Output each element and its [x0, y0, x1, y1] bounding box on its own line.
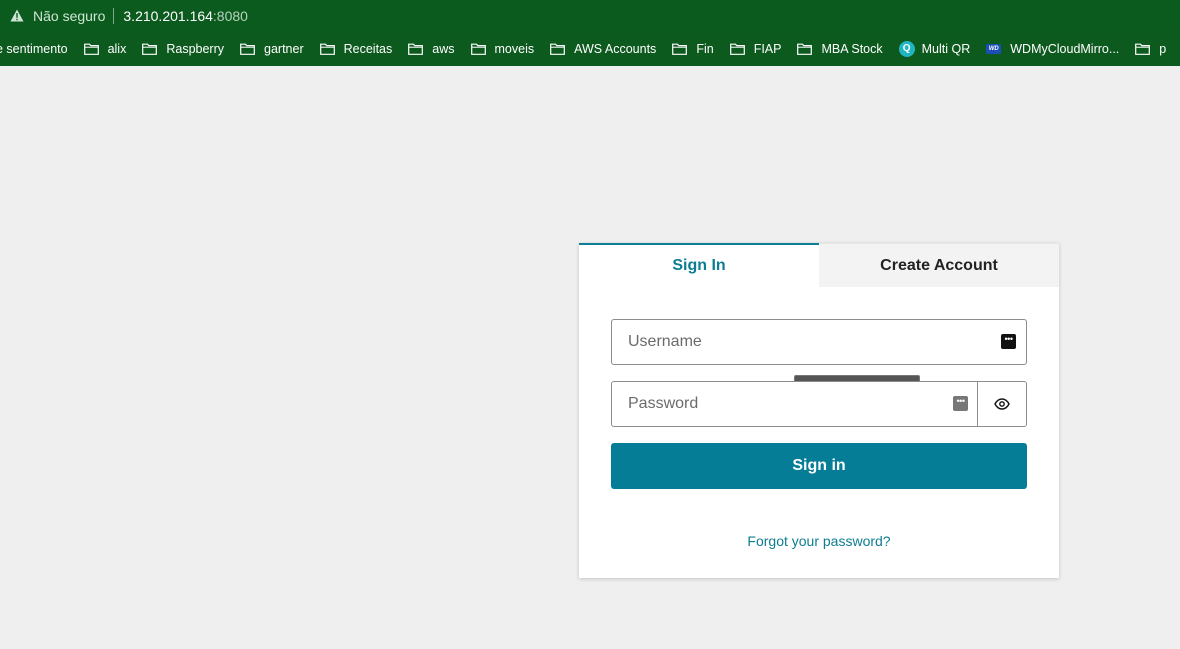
bookmark-raspberry[interactable]: Raspberry: [142, 42, 224, 56]
username-field-wrapper: •••: [611, 319, 1027, 365]
bookmark-label: AWS Accounts: [574, 41, 657, 56]
bookmark-aws[interactable]: aws: [408, 41, 455, 56]
address-bar[interactable]: Não seguro 3.210.201.164:8080: [0, 0, 1180, 31]
bookmark-label: Receitas: [343, 41, 393, 56]
forgot-password-link[interactable]: Forgot your password?: [579, 533, 1059, 549]
password-manager-icon[interactable]: •••: [953, 396, 968, 411]
warning-icon[interactable]: [9, 8, 25, 24]
folder-icon: [319, 43, 335, 55]
auth-tabs: Sign In Create Account: [579, 243, 1059, 287]
folder-icon: [1135, 43, 1151, 55]
folder-icon: [550, 43, 565, 55]
bookmark-label: moveis: [494, 41, 535, 56]
url-host: 3.210.201.164: [123, 7, 213, 24]
bookmark-alix[interactable]: alix: [83, 41, 127, 56]
auth-card: Sign In Create Account ••• Preencha este…: [579, 243, 1059, 578]
password-field-wrapper: •••: [611, 381, 1027, 427]
bookmark-gartner[interactable]: gartner: [240, 42, 304, 56]
bookmark-aws-accounts[interactable]: AWS Accounts: [550, 42, 656, 56]
bookmark-multi-qr[interactable]: Q Multi QR: [898, 40, 971, 57]
folder-icon: [797, 43, 813, 55]
bookmark-label: e sentimento: [0, 41, 68, 56]
bookmark-label: WDMyCloudMirro...: [1010, 41, 1120, 56]
username-input[interactable]: [612, 320, 1026, 364]
show-password-button[interactable]: [977, 382, 1026, 426]
bookmark-label: MBA Stock: [821, 41, 883, 56]
password-manager-icon[interactable]: •••: [1001, 334, 1016, 349]
security-status[interactable]: Não seguro: [33, 8, 105, 24]
folder-icon: [240, 43, 255, 55]
bookmark-e-sentimento[interactable]: e sentimento: [0, 42, 68, 56]
eye-icon: [994, 398, 1010, 410]
bookmark-label: Multi QR: [921, 41, 971, 56]
bookmark-wdmycloudmirror[interactable]: WD WDMyCloudMirro...: [986, 42, 1119, 56]
bookmark-label: aws: [432, 41, 455, 56]
url-text[interactable]: 3.210.201.164:8080: [123, 8, 248, 24]
sign-in-button[interactable]: Sign in: [611, 443, 1027, 489]
bookmark-receitas[interactable]: Receitas: [319, 41, 393, 56]
bookmark-label: p: [1159, 41, 1167, 56]
tab-create-account[interactable]: Create Account: [819, 243, 1059, 287]
bookmark-label: FIAP: [753, 41, 782, 56]
multi-qr-icon: Q: [898, 40, 915, 57]
bookmark-p[interactable]: p: [1135, 42, 1166, 56]
bookmark-label: Raspberry: [166, 41, 225, 56]
bookmark-mba-stock[interactable]: MBA Stock: [797, 41, 883, 56]
tab-sign-in[interactable]: Sign In: [579, 243, 819, 287]
folder-icon: [408, 43, 424, 55]
url-port: :8080: [212, 7, 248, 24]
bookmark-label: gartner: [264, 41, 304, 56]
bookmark-fiap[interactable]: FIAP: [729, 41, 782, 56]
bookmark-label: alix: [107, 41, 127, 56]
address-divider: [113, 7, 115, 24]
folder-icon: [83, 43, 99, 55]
bookmark-label: Fin: [696, 41, 714, 56]
bookmarks-bar: e sentimento alix Raspberry gartner Rece…: [0, 31, 1180, 66]
folder-icon: [672, 43, 688, 55]
wd-icon: WD: [986, 43, 1002, 54]
bookmark-moveis[interactable]: moveis: [470, 41, 535, 56]
folder-icon: [729, 43, 745, 55]
bookmark-fin[interactable]: Fin: [672, 41, 714, 56]
folder-icon: [142, 43, 158, 55]
folder-icon: [470, 43, 486, 55]
